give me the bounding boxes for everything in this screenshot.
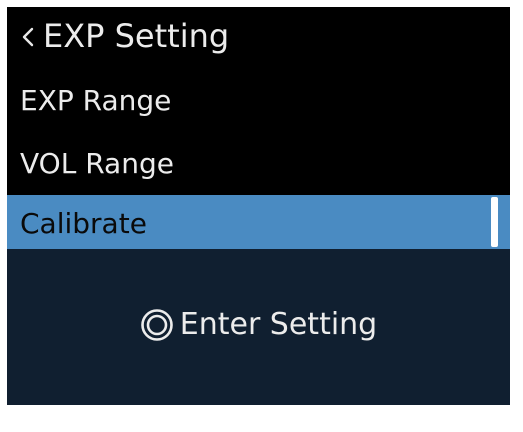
menu-item-calibrate[interactable]: Calibrate bbox=[7, 195, 510, 249]
device-screen: EXP Setting EXP Range VOL Range Calibrat… bbox=[7, 7, 510, 405]
hint-label: Enter Setting bbox=[179, 307, 378, 342]
menu-item-vol-range[interactable]: VOL Range bbox=[7, 132, 510, 195]
knob-press-icon bbox=[140, 308, 174, 342]
enter-setting-hint: Enter Setting bbox=[7, 305, 510, 345]
chevron-left-icon bbox=[21, 26, 35, 48]
back-button[interactable] bbox=[17, 25, 39, 49]
scrollbar[interactable] bbox=[491, 197, 498, 247]
header: EXP Setting bbox=[7, 7, 510, 69]
menu-item-exp-range[interactable]: EXP Range bbox=[7, 69, 510, 132]
settings-menu: EXP Range VOL Range Calibrate bbox=[7, 69, 510, 249]
page-title: EXP Setting bbox=[43, 17, 230, 55]
